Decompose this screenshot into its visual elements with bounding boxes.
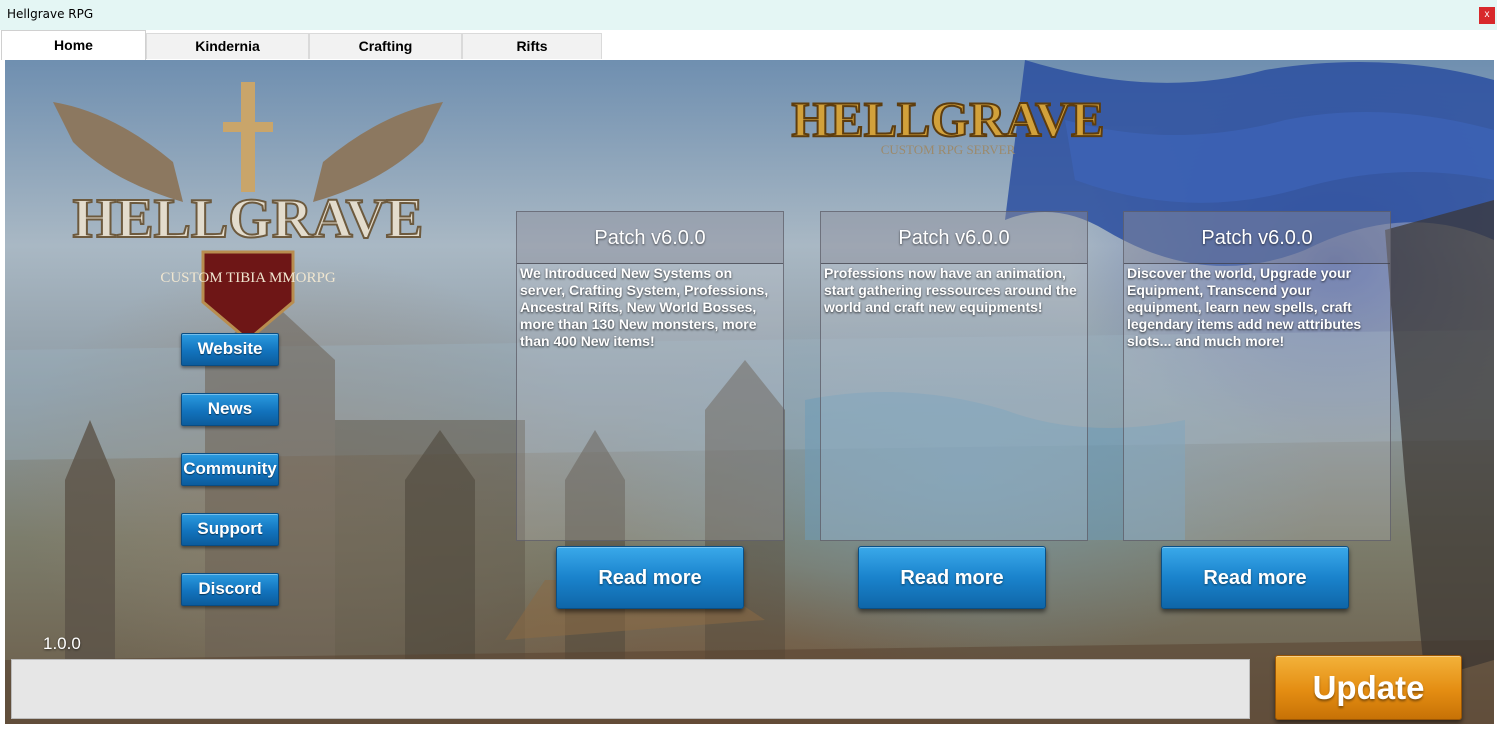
community-button[interactable]: Community — [181, 453, 279, 486]
patch-panel-1: Patch v6.0.0 We Introduced New Systems o… — [516, 211, 784, 541]
home-panel: HELLGRAVE CUSTOM TIBIA MMORPG HELLGRAVE … — [5, 60, 1494, 724]
patch-panel-3: Patch v6.0.0 Discover the world, Upgrade… — [1123, 211, 1391, 541]
tab-crafting[interactable]: Crafting — [309, 33, 462, 59]
svg-text:CUSTOM TIBIA MMORPG: CUSTOM TIBIA MMORPG — [160, 270, 335, 286]
hellgrave-server-logo: HELLGRAVE CUSTOM RPG SERVER — [790, 90, 1105, 157]
update-button[interactable]: Update — [1275, 655, 1462, 720]
news-button[interactable]: News — [181, 393, 279, 426]
patch-title: Patch v6.0.0 — [821, 212, 1087, 264]
discord-button[interactable]: Discord — [181, 573, 279, 606]
patch-description: We Introduced New Systems on server, Cra… — [520, 265, 769, 349]
title-bar: Hellgrave RPG x — [0, 0, 1497, 30]
window-title: Hellgrave RPG — [7, 7, 94, 21]
patch-title: Patch v6.0.0 — [517, 212, 783, 264]
patch-panel-2: Patch v6.0.0 Professions now have an ani… — [820, 211, 1088, 541]
svg-text:CUSTOM RPG SERVER: CUSTOM RPG SERVER — [881, 142, 1016, 157]
support-button[interactable]: Support — [181, 513, 279, 546]
tab-kindernia[interactable]: Kindernia — [146, 33, 309, 59]
tab-home[interactable]: Home — [1, 30, 146, 60]
patch-description: Professions now have an animation, start… — [824, 265, 1077, 315]
patch-title: Patch v6.0.0 — [1124, 212, 1390, 264]
tab-strip: Home Kindernia Crafting Rifts — [0, 30, 1497, 60]
read-more-button-3[interactable]: Read more — [1161, 546, 1349, 609]
svg-text:HELLGRAVE: HELLGRAVE — [73, 188, 424, 250]
read-more-button-2[interactable]: Read more — [858, 546, 1046, 609]
tab-rifts[interactable]: Rifts — [462, 33, 602, 59]
close-button[interactable]: x — [1479, 7, 1495, 24]
hellgrave-main-logo: HELLGRAVE CUSTOM TIBIA MMORPG — [53, 82, 443, 342]
read-more-button-1[interactable]: Read more — [556, 546, 744, 609]
website-button[interactable]: Website — [181, 333, 279, 366]
patch-description: Discover the world, Upgrade your Equipme… — [1127, 265, 1362, 349]
update-progress-bar — [11, 659, 1250, 719]
version-label: 1.0.0 — [43, 634, 81, 653]
svg-text:HELLGRAVE: HELLGRAVE — [791, 91, 1104, 147]
